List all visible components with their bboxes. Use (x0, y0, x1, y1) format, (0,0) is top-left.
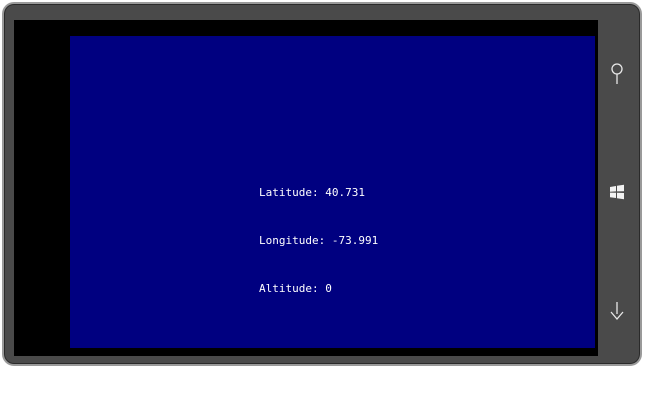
back-arrow-icon (609, 300, 625, 322)
hardware-back-button[interactable] (594, 291, 640, 331)
latitude-text: Latitude: 40.731 (259, 186, 365, 199)
hardware-start-button[interactable] (594, 172, 640, 212)
timestamp-text: 9/13/2010 8:56:50 PM (259, 371, 392, 384)
phone-device: Latitude: 40.731 Longitude: -73.991 Alti… (2, 2, 642, 384)
search-icon (610, 63, 624, 85)
altitude-text: Altitude: 0 (259, 282, 332, 295)
screen-frame: Latitude: 40.731 Longitude: -73.991 Alti… (14, 20, 598, 384)
hardware-search-button[interactable] (594, 54, 640, 94)
longitude-text: Longitude: -73.991 (259, 234, 379, 247)
location-info: Latitude: 40.731 Longitude: -73.991 Alti… (259, 153, 391, 418)
app-area: Latitude: 40.731 Longitude: -73.991 Alti… (70, 36, 595, 384)
windows-start-icon (609, 184, 625, 200)
hardware-button-column (594, 4, 640, 364)
